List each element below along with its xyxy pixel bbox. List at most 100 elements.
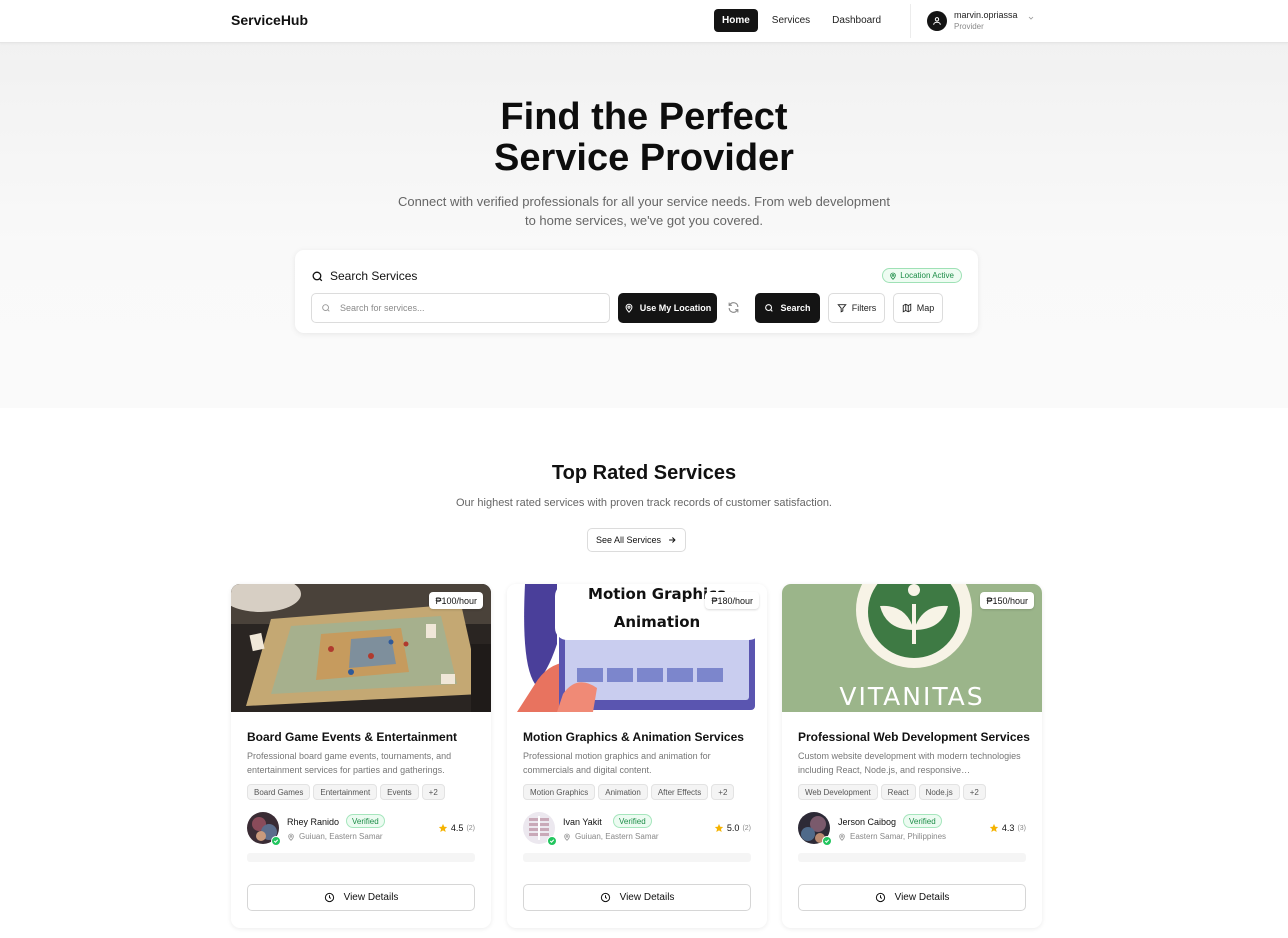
provider-name: Rhey Ranido [287,817,340,827]
search-input[interactable]: Search for services... [311,293,610,323]
rating-value: 4.3 [1001,823,1015,833]
tag: After Effects [650,784,709,800]
nav-dashboard-link[interactable]: Dashboard [824,9,889,32]
service-title[interactable]: Motion Graphics & Animation Services [523,730,744,744]
tag: React [880,784,916,800]
map-pin-icon [564,833,570,841]
service-card[interactable]: ₱100/hour Board Game Events & Entertainm… [231,584,491,928]
service-title[interactable]: Professional Web Development Services [798,730,1030,744]
image-caption-line2: Animation [613,613,701,631]
clock-icon [875,892,885,903]
service-description: Custom website development with modern t… [798,751,1021,775]
image-caption: VITANITAS [839,682,985,711]
verified-badge: Verified [613,814,652,828]
view-details-button[interactable]: View Details [523,884,751,911]
user-name: marvin.opriassa [954,10,1018,20]
map-button-label: Map [916,303,935,313]
card-divider-bar [523,853,751,862]
service-description: Professional motion graphics and animati… [523,751,711,775]
card-divider-bar [798,853,1026,862]
map-pin-icon [890,272,896,280]
review-count: (3) [1017,824,1026,832]
service-card[interactable]: VITANITAS ₱150/hour Professional Web Dev… [782,584,1042,928]
rating: 5.0 (2) [714,823,751,833]
verified-badge: Verified [903,814,942,828]
filter-icon [837,304,847,313]
nav-home-link[interactable]: Home [714,9,758,32]
hero-subtitle-line1: Connect with verified professionals for … [397,194,891,209]
clock-icon [324,892,334,903]
use-my-location-label: Use My Location [639,303,712,313]
service-title[interactable]: Board Game Events & Entertainment [247,730,457,744]
search-button-label: Search [780,303,811,313]
search-input-placeholder: Search for services... [340,303,425,313]
verified-check-icon [822,836,832,846]
tag: Events [380,784,419,800]
rating-value: 4.5 [450,823,464,833]
arrow-right-icon [669,537,676,543]
rating: 4.5 (2) [438,823,475,833]
provider-name: Ivan Yakit [563,817,602,827]
star-icon [989,823,999,832]
tag-list: Board Games Entertainment Events +2 [247,784,445,800]
chevron-down-icon [1028,16,1033,20]
view-details-label: View Details [619,892,675,903]
clock-icon [600,892,610,903]
refresh-icon[interactable] [727,301,740,314]
price-badge: ₱100/hour [429,592,483,609]
view-details-button[interactable]: View Details [798,884,1026,911]
service-card[interactable]: Motion Graphics Animation ₱180/hour Moti… [507,584,767,928]
search-heading: Search Services [311,269,417,283]
top-navbar: ServiceHub Home Services Dashboard marvi… [0,0,1288,43]
tag-more: +2 [711,784,735,800]
provider-info: Rhey Ranido Verified Guiuan, Eastern Sam… [247,812,475,846]
user-icon [933,16,941,25]
map-icon [902,303,911,313]
review-count: (2) [466,824,475,832]
filters-button[interactable]: Filters [828,293,885,323]
rating: 4.3 (3) [989,823,1026,833]
provider-location-text: Eastern Samar, Philippines [850,832,947,841]
provider-location: Guiuan, Eastern Samar [287,832,383,841]
verified-badge: Verified [346,814,385,828]
hero-title: Find the Perfect Service Provider [0,97,1288,179]
search-icon [312,271,323,281]
provider-location-text: Guiuan, Eastern Samar [299,832,383,841]
rating-value: 5.0 [726,823,740,833]
provider-location-text: Guiuan, Eastern Samar [575,832,659,841]
filters-button-label: Filters [851,303,877,313]
nav-links: Home Services Dashboard [714,9,889,32]
verified-check-icon [547,836,557,846]
view-details-button[interactable]: View Details [247,884,475,911]
search-panel: Search Services Location Active Search f… [295,250,978,333]
search-icon [765,304,774,312]
user-menu[interactable]: marvin.opriassa Provider [927,9,1035,32]
see-all-label: See All Services [595,535,662,545]
search-icon [322,304,330,312]
service-image: VITANITAS ₱150/hour [782,584,1042,712]
see-all-services-button[interactable]: See All Services [587,528,686,552]
nav-services-link[interactable]: Services [764,9,818,32]
tag-list: Web Development React Node.js +2 [798,784,986,800]
brand-logo[interactable]: ServiceHub [231,12,308,28]
tag-more: +2 [421,784,445,800]
use-my-location-button[interactable]: Use My Location [618,293,717,323]
service-description: Professional board game events, tourname… [247,751,452,775]
user-role: Provider [954,22,984,31]
price-badge: ₱180/hour [705,592,759,609]
provider-location: Eastern Samar, Philippines [838,832,946,841]
search-heading-label: Search Services [330,269,418,283]
provider-location: Guiuan, Eastern Samar [563,832,659,841]
search-button[interactable]: Search [755,293,820,323]
service-image: ₱100/hour [231,584,491,712]
hero-section: Find the Perfect Service Provider Connec… [0,43,1288,408]
star-icon [438,823,448,832]
price-badge: ₱150/hour [980,592,1034,609]
hero-title-line1: Find the Perfect [500,96,788,138]
map-button[interactable]: Map [893,293,943,323]
card-divider-bar [247,853,475,862]
tag: Web Development [798,784,878,800]
verified-check-icon [271,836,281,846]
hero-subtitle: Connect with verified professionals for … [384,192,904,230]
tag-more: +2 [962,784,986,800]
